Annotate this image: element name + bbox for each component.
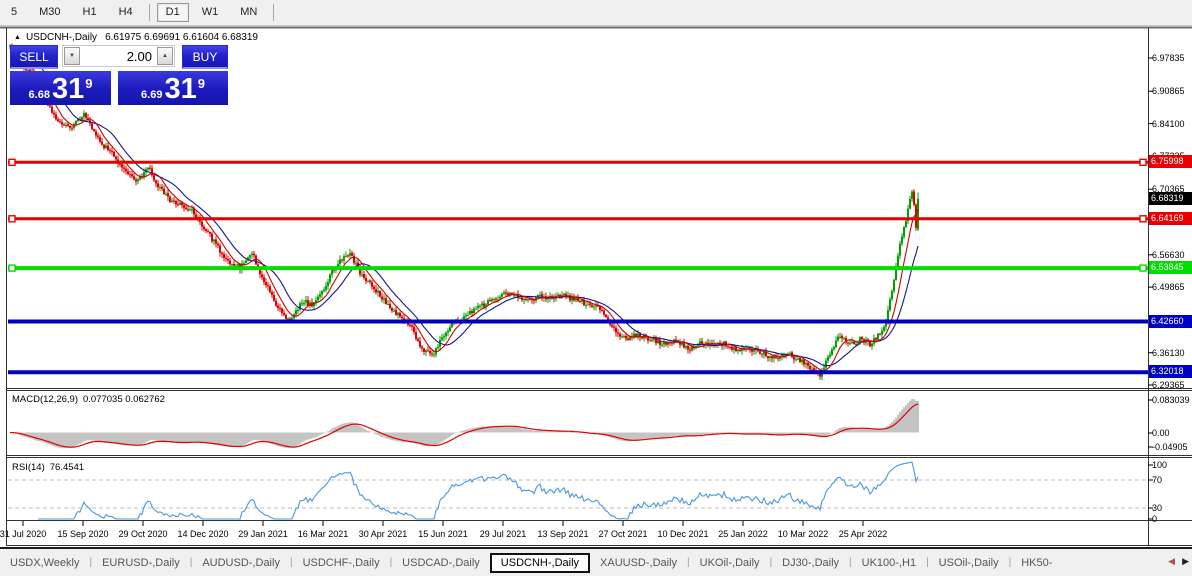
- chart-tab-dj30-daily[interactable]: DJ30-,Daily: [772, 554, 849, 572]
- chart-tab-uk100-h1[interactable]: UK100-,H1: [852, 554, 926, 572]
- tab-scroll-right-icon[interactable]: ▶: [1182, 556, 1189, 567]
- pane-borders: [0, 26, 1192, 546]
- price-axis-label: 6.90865: [1152, 86, 1185, 97]
- horizontal-level-lines[interactable]: [8, 158, 1148, 375]
- current-price-label: 6.68319: [1149, 191, 1192, 205]
- macd-histogram: [11, 399, 919, 449]
- price-axis-label: 6.36130: [1152, 347, 1185, 358]
- chart-tab-audusd-daily[interactable]: AUDUSD-,Daily: [192, 554, 290, 572]
- collapse-icon[interactable]: ▲: [14, 34, 21, 41]
- rsi-indicator-label: RSI(14) 76.4541: [12, 462, 85, 473]
- trading-terminal: 5 M30 H1 H4 D1 W1 MN ▲ USDCNH-,Daily 6.61975 6.6…: [0, 0, 1192, 576]
- one-click-trading-panel: SELL ▼ ▲ BUY 6.68319 6.69319: [10, 45, 228, 105]
- chart-tab-hk50[interactable]: HK50-: [1011, 554, 1062, 572]
- level-price-label: 6.53845: [1149, 261, 1192, 275]
- toolbar-separator: [148, 4, 150, 21]
- chart-tab-xauusd-daily[interactable]: XAUUSD-,Daily: [590, 554, 687, 572]
- sell-button[interactable]: SELL: [10, 45, 58, 69]
- chart-tab-usoil-daily[interactable]: USOil-,Daily: [929, 554, 1009, 572]
- volume-spinner: ▼ ▲: [62, 45, 175, 67]
- chart-tab-eurusd-daily[interactable]: EURUSD-,Daily: [92, 554, 190, 572]
- toolbar-separator: [273, 4, 275, 21]
- volume-input[interactable]: [80, 47, 157, 65]
- chart-header: ▲ USDCNH-,Daily 6.61975 6.69691 6.61604 6.…: [14, 32, 258, 43]
- sell-price-pips: 31: [51, 73, 85, 105]
- timeframe-button-MN[interactable]: MN: [231, 3, 266, 22]
- timeframe-button-W1[interactable]: W1: [193, 3, 228, 22]
- chart-tab-usdcnh-daily[interactable]: USDCNH-,Daily: [489, 552, 591, 573]
- macd-axis-label: -0.04905: [1152, 442, 1188, 452]
- rsi-axis-label: 0: [1152, 514, 1158, 524]
- price-axis-label: 6.29365: [1152, 380, 1185, 390]
- chart-tab-usdcad-daily[interactable]: USDCAD-,Daily: [392, 554, 490, 572]
- chart-tab-ukoil-daily[interactable]: UKOil-,Daily: [690, 554, 770, 572]
- rsi-axis-label: 100: [1152, 460, 1168, 470]
- timeframe-button-M30[interactable]: M30: [30, 3, 69, 22]
- chart-window: ▲ USDCNH-,Daily 6.61975 6.69691 6.61604 6.…: [0, 26, 1192, 547]
- level-price-label: 6.42660: [1149, 314, 1192, 328]
- volume-decrease-button[interactable]: ▼: [64, 47, 80, 65]
- tab-scroll-left-icon[interactable]: ◀: [1168, 556, 1175, 567]
- chart-tab-bar: USDX,Weekly | EURUSD-,Daily | AUDUSD-,Daily |…: [0, 547, 1192, 576]
- price-axis-label: 6.97835: [1152, 53, 1185, 63]
- macd-indicator-label: MACD(12,26,9) 0.077035 0.062762: [12, 394, 165, 405]
- level-price-label: 6.64169: [1149, 211, 1192, 225]
- timeframe-button-5[interactable]: 5: [2, 3, 26, 22]
- chart-symbol-label: USDCNH-,Daily: [25, 32, 98, 43]
- level-price-label: 6.75998: [1149, 155, 1192, 169]
- volume-increase-button[interactable]: ▲: [157, 47, 173, 65]
- level-price-label: 6.32018: [1149, 365, 1192, 379]
- date-axis-label: 25 Apr 2022: [838, 529, 888, 539]
- buy-button[interactable]: BUY: [182, 45, 228, 69]
- buy-price-point: 9: [197, 76, 205, 91]
- timeframe-button-D1[interactable]: D1: [156, 3, 189, 22]
- price-axis-label: 6.49865: [1152, 282, 1185, 293]
- chart-tab-usdx-weekly[interactable]: USDX,Weekly: [0, 554, 89, 572]
- sell-price-handle: 6.68: [28, 89, 50, 101]
- buy-price-pips: 31: [164, 73, 197, 105]
- chart-ohlc-readout: 6.61975 6.69691 6.61604 6.68319: [105, 32, 258, 43]
- macd-axis-label: 0.083039: [1152, 395, 1190, 405]
- rsi-axis-label: 70: [1152, 475, 1163, 485]
- macd-axis-label: 0.00: [1152, 428, 1170, 438]
- buy-price-quote[interactable]: 6.69 31 9: [118, 71, 228, 105]
- tab-scroll-arrows: ◀ ▶: [1164, 556, 1189, 567]
- timeframe-button-H4[interactable]: H4: [110, 3, 142, 22]
- price-axis-label: 6.84100: [1152, 118, 1185, 129]
- timeframe-button-H1[interactable]: H1: [74, 3, 106, 22]
- sell-price-point: 9: [85, 76, 93, 91]
- price-axis-label: 6.56630: [1152, 249, 1185, 260]
- buy-price-handle: 6.69: [141, 89, 163, 101]
- sell-price-quote[interactable]: 6.68 31 9: [10, 71, 111, 105]
- rsi-line: [38, 461, 919, 520]
- chart-tab-usdchf-daily[interactable]: USDCHF-,Daily: [293, 554, 390, 572]
- timeframe-toolbar: 5 M30 H1 H4 D1 W1 MN: [0, 0, 1192, 26]
